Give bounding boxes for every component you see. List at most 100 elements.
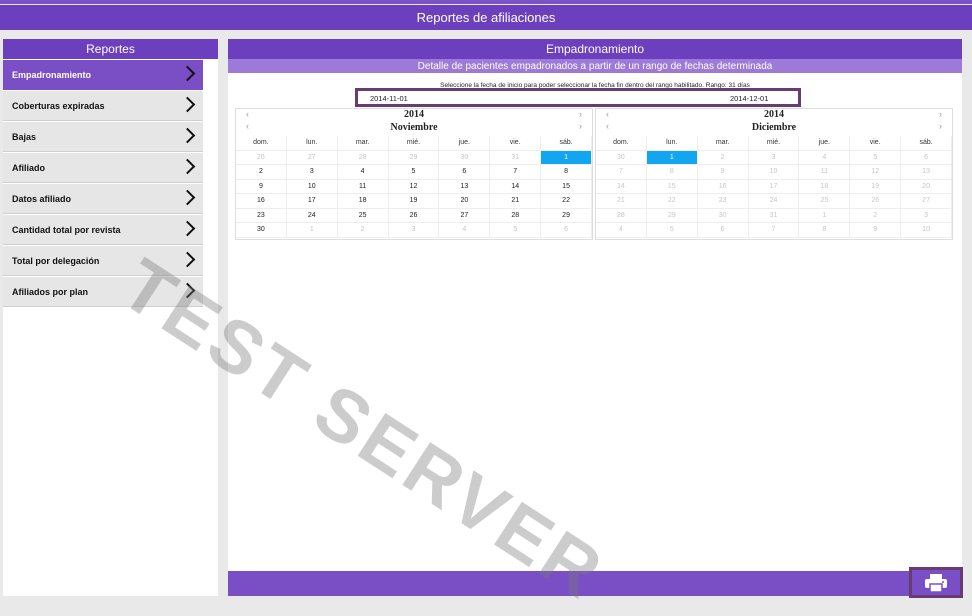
calendar-day: 14 xyxy=(596,179,647,194)
calendar-november: ‹ › ‹ › 2014 Noviembre dom. lun. mar. mié. j… xyxy=(235,108,593,240)
weekday-header: dom. xyxy=(236,136,287,151)
calendar-day: 30 xyxy=(439,150,491,165)
sidebar-item-label: Coberturas expiradas xyxy=(12,100,105,111)
chevron-right-icon xyxy=(179,220,196,237)
calendar-grid: dom. lun. mar. mié. jue. vie. sáb. 30 1 2 3 4 5 6 7 8 9 1… xyxy=(596,136,952,238)
start-date-input[interactable] xyxy=(370,93,450,103)
calendar-day[interactable]: 21 xyxy=(490,194,542,209)
calendar-day[interactable]: 9 xyxy=(236,179,287,194)
sidebar-item-label: Cantidad total por revista xyxy=(12,224,121,235)
calendar-day[interactable]: 27 xyxy=(439,208,491,223)
sidebar-item-cantidad-total-por-revista[interactable]: Cantidad total por revista xyxy=(3,215,203,245)
calendar-day: 2 xyxy=(850,208,902,223)
calendar-day: 29 xyxy=(646,208,698,223)
end-date-input[interactable] xyxy=(730,93,810,103)
calendar-day: 31 xyxy=(748,208,800,223)
calendar-day[interactable]: 17 xyxy=(286,194,338,209)
calendar-day[interactable]: 1 xyxy=(541,150,592,165)
calendar-day[interactable]: 8 xyxy=(541,165,592,180)
calendar-day[interactable]: 13 xyxy=(439,179,491,194)
calendar-day: 27 xyxy=(901,194,952,209)
printer-icon xyxy=(925,573,947,592)
calendar-day: 25 xyxy=(799,194,851,209)
chevron-right-icon xyxy=(179,251,196,268)
chevron-right-icon xyxy=(179,189,196,206)
calendar-day: 13 xyxy=(901,165,952,180)
print-button[interactable] xyxy=(909,567,963,598)
sidebar-item-label: Afiliado xyxy=(12,162,45,173)
calendar-day: 11 xyxy=(799,165,851,180)
chevron-right-icon xyxy=(179,96,196,113)
calendar-day[interactable]: 15 xyxy=(541,179,592,194)
calendar-day[interactable]: 23 xyxy=(236,208,287,223)
calendar-day[interactable]: 24 xyxy=(286,208,338,223)
weekday-header: mié. xyxy=(748,136,800,151)
calendar-day[interactable]: 4 xyxy=(337,165,389,180)
calendar-day[interactable]: 16 xyxy=(236,194,287,209)
weekday-header: sáb. xyxy=(901,136,952,151)
sidebar-item-afiliados-por-plan[interactable]: Afiliados por plan xyxy=(3,277,203,307)
sidebar-item-label: Total por delegación xyxy=(12,255,100,266)
calendar-day[interactable]: 20 xyxy=(439,194,491,209)
calendar-day[interactable]: 18 xyxy=(337,194,389,209)
top-line xyxy=(0,0,972,4)
calendar-day[interactable]: 22 xyxy=(541,194,592,209)
calendar-day: 31 xyxy=(490,150,542,165)
calendar-year: 2014 xyxy=(404,109,424,120)
calendar-day[interactable]: 1 xyxy=(646,150,698,165)
calendar-day: 15 xyxy=(646,179,698,194)
calendar-day[interactable]: 6 xyxy=(439,165,491,180)
sidebar-item-total-por-delegacion[interactable]: Total por delegación xyxy=(3,246,203,276)
weekday-header: mar. xyxy=(337,136,389,151)
calendar-day: 22 xyxy=(646,194,698,209)
sidebar-item-label: Empadronamiento xyxy=(12,69,92,80)
sidebar-item-coberturas-expiradas[interactable]: Coberturas expiradas xyxy=(3,91,203,121)
weekday-header: sáb. xyxy=(541,136,592,151)
calendar-day[interactable]: 29 xyxy=(541,208,592,223)
calendar-day: 30 xyxy=(697,208,749,223)
calendar-day: 26 xyxy=(850,194,902,209)
calendar-day[interactable]: 10 xyxy=(286,179,338,194)
sidebar-item-bajas[interactable]: Bajas xyxy=(3,122,203,152)
weekday-header: mié. xyxy=(388,136,440,151)
calendar-day: 5 xyxy=(490,223,542,238)
calendar-day: 1 xyxy=(286,223,338,238)
calendar-day: 27 xyxy=(286,150,338,165)
calendar-day[interactable]: 7 xyxy=(490,165,542,180)
calendar-day: 5 xyxy=(850,150,902,165)
sidebar-item-empadronamiento[interactable]: Empadronamiento xyxy=(3,60,203,90)
calendar-day[interactable]: 14 xyxy=(490,179,542,194)
calendar-day: 9 xyxy=(850,223,902,238)
weekday-header: lun. xyxy=(286,136,338,151)
calendar-day[interactable]: 19 xyxy=(388,194,440,209)
calendar-day[interactable]: 30 xyxy=(236,223,287,238)
calendar-day: 12 xyxy=(850,165,902,180)
section-subtitle: Detalle de pacientes empadronados a part… xyxy=(228,59,962,73)
weekday-header: jue. xyxy=(799,136,851,151)
calendar-day[interactable]: 5 xyxy=(388,165,440,180)
calendar-day: 3 xyxy=(748,150,800,165)
sidebar-item-afiliado[interactable]: Afiliado xyxy=(3,153,203,183)
calendar-day[interactable]: 26 xyxy=(388,208,440,223)
calendar-day: 28 xyxy=(337,150,389,165)
calendar-day: 30 xyxy=(596,150,647,165)
calendar-day[interactable]: 3 xyxy=(286,165,338,180)
calendar-day[interactable]: 25 xyxy=(337,208,389,223)
calendar-day: 7 xyxy=(748,223,800,238)
footer-bar xyxy=(228,571,962,596)
calendar-day[interactable]: 2 xyxy=(236,165,287,180)
calendar-day[interactable]: 12 xyxy=(388,179,440,194)
calendar-day[interactable]: 28 xyxy=(490,208,542,223)
calendar-day: 29 xyxy=(388,150,440,165)
weekday-header: vie. xyxy=(850,136,902,151)
calendar-day: 3 xyxy=(388,223,440,238)
calendar-day: 23 xyxy=(697,194,749,209)
calendar-day: 4 xyxy=(596,223,647,238)
calendar-day[interactable]: 11 xyxy=(337,179,389,194)
calendar-day: 2 xyxy=(697,150,749,165)
app-header: Reportes de afiliaciones xyxy=(0,5,972,30)
calendar-december: ‹ › ‹ › 2014 Diciembre dom. lun. mar. mié. j… xyxy=(595,108,953,240)
chevron-right-icon xyxy=(179,282,196,299)
calendar-day: 2 xyxy=(337,223,389,238)
sidebar-item-datos-afiliado[interactable]: Datos afiliado xyxy=(3,184,203,214)
